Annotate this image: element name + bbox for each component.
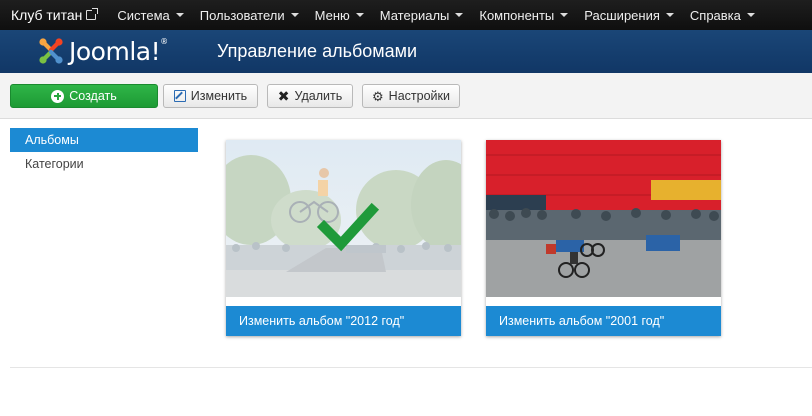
album-thumbnail[interactable] xyxy=(486,140,721,297)
sidebar: Альбомы Категории xyxy=(10,128,198,176)
joomla-logo[interactable]: Joomla!® xyxy=(36,34,168,68)
main-menu: Система Пользователи Меню Материалы Комп… xyxy=(109,0,762,30)
caret-down-icon xyxy=(455,13,464,17)
menu-label: Меню xyxy=(314,7,350,23)
menu-help[interactable]: Справка xyxy=(682,0,763,30)
plus-circle-icon xyxy=(51,89,65,103)
menu-extensions[interactable]: Расширения xyxy=(576,0,682,30)
menu-label: Компоненты xyxy=(479,7,555,23)
delete-label: Удалить xyxy=(294,89,343,103)
content-divider xyxy=(10,367,812,368)
external-link-icon xyxy=(86,8,99,20)
caret-down-icon xyxy=(175,13,184,17)
sidebar-item-albums[interactable]: Альбомы xyxy=(10,128,198,152)
menu-label: Система xyxy=(117,7,170,23)
menu-label: Материалы xyxy=(379,7,450,23)
sidebar-item-categories[interactable]: Категории xyxy=(10,152,198,176)
caret-down-icon xyxy=(290,13,299,17)
top-navbar: Клуб титан Система Пользователи Меню Мат… xyxy=(0,0,812,30)
page-header: Joomla!® Управление альбомами xyxy=(0,30,812,73)
registered-mark: ® xyxy=(160,36,168,46)
gear-icon: ⚙ xyxy=(372,88,384,104)
create-label: Создать xyxy=(69,89,117,103)
close-icon: ✖ xyxy=(277,88,290,104)
album-caption[interactable]: Изменить альбом "2001 год" xyxy=(486,306,721,336)
caret-down-icon xyxy=(355,13,364,17)
menu-content[interactable]: Материалы xyxy=(372,0,472,30)
edit-button[interactable]: Изменить xyxy=(163,84,258,108)
site-name: Клуб титан xyxy=(11,7,83,23)
menu-label: Справка xyxy=(689,7,741,23)
menu-users[interactable]: Пользователи xyxy=(192,0,307,30)
album-card[interactable]: Изменить альбом "2012 год" xyxy=(226,140,461,336)
logo-text: Joomla! xyxy=(69,36,161,66)
create-button[interactable]: Создать xyxy=(10,84,158,108)
joomla-logo-icon xyxy=(36,36,66,66)
options-button[interactable]: ⚙ Настройки xyxy=(362,84,460,108)
menu-menus[interactable]: Меню xyxy=(307,0,372,30)
options-label: Настройки xyxy=(388,89,450,103)
logo-wordmark: Joomla!® xyxy=(69,37,168,66)
menu-label: Расширения xyxy=(584,7,660,23)
caret-down-icon xyxy=(665,13,674,17)
menu-components[interactable]: Компоненты xyxy=(471,0,576,30)
site-link[interactable]: Клуб титан xyxy=(0,7,106,23)
album-caption[interactable]: Изменить альбом "2012 год" xyxy=(226,306,461,336)
album-thumbnail[interactable] xyxy=(226,140,461,297)
menu-label: Пользователи xyxy=(199,7,285,23)
album-card[interactable]: Изменить альбом "2001 год" xyxy=(486,140,721,336)
delete-button[interactable]: ✖ Удалить xyxy=(267,84,353,108)
toolbar: Создать Изменить ✖ Удалить ⚙ Настройки xyxy=(0,73,812,119)
page-title: Управление альбомами xyxy=(217,41,418,61)
edit-label: Изменить xyxy=(190,89,248,103)
caret-down-icon xyxy=(560,13,569,17)
menu-system[interactable]: Система xyxy=(109,0,191,30)
caret-down-icon xyxy=(746,13,755,17)
edit-icon xyxy=(173,90,186,102)
